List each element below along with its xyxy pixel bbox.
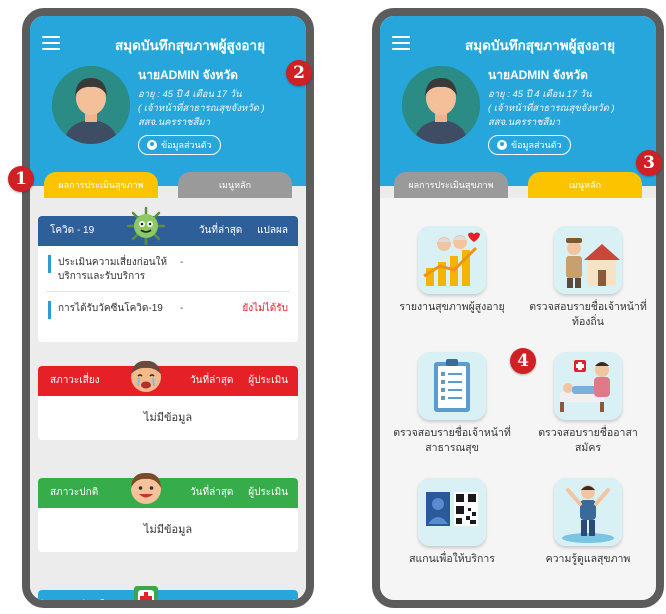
profile-name: นายADMIN จังหวัด: [488, 68, 588, 82]
normal-col-latest: วันที่ล่าสุด: [190, 487, 234, 498]
tab-main-menu[interactable]: เมนูหลัก: [528, 172, 642, 198]
risk-card-title: สภาวะเสี่ยง: [50, 375, 100, 386]
menu-item-local-officer[interactable]: ตรวจสอบรายชื่อเจ้าหน้าที่ท้องถิ่น: [528, 226, 648, 330]
risk-col-assessor: ผู้ประเมิน: [248, 375, 288, 386]
normal-no-data: ไม่มีข้อมูล: [143, 524, 193, 536]
covid-card-title: โควิด - 19: [50, 225, 95, 236]
marker-badge: 4: [510, 348, 536, 374]
risk-no-data: ไม่มีข้อมูล: [143, 412, 193, 424]
app-title: สมุดบันทึกสุขภาพผู้สูงอายุ: [465, 38, 615, 53]
profile-age: อายุ : 45 ปี 4 เดือน 17 วัน: [138, 89, 242, 100]
risk-col-latest: วันที่ล่าสุด: [190, 375, 234, 386]
covid-row-risk-label: ประเมินความเสี่ยงก่อนให้บริการและรับบริก…: [58, 257, 168, 282]
phone-screen-assessment: สมุดบันทึกสุขภาพผู้สูงอายุ นายADMIN จังห…: [22, 8, 314, 608]
tab-bar: ผลการประเมินสุขภาพ เมนูหลัก: [30, 172, 306, 198]
marker-badge: 2: [286, 60, 312, 86]
pending-card: รอการประเมิน: [38, 586, 298, 608]
menu-item-health-knowledge[interactable]: ความรู้ดูแลสุขภาพ: [528, 478, 648, 567]
health-knowledge-icon: [554, 478, 622, 546]
risk-card-header: สภาวะเสี่ยง วันที่ล่าสุด ผู้ประเมิน: [38, 360, 298, 396]
marker-badge: 3: [636, 150, 662, 176]
local-officer-icon: [554, 226, 622, 294]
menu-item-label: ตรวจสอบรายชื่อเจ้าหน้าที่สาธารณสุข: [393, 427, 511, 454]
menu-item-label: สแกนเพื่อให้บริการ: [409, 553, 495, 565]
profile-office: สสจ.นครราชสีมา: [488, 117, 561, 128]
covid-card: โควิด - 19 วันที่ล่าสุด แปลผล ประเมินควา…: [38, 206, 298, 342]
covid-row-vaccine-value: -: [180, 303, 184, 314]
profile-age: อายุ : 45 ปี 4 เดือน 17 วัน: [488, 89, 592, 100]
tab-assessment[interactable]: ผลการประเมินสุขภาพ: [44, 172, 158, 198]
profile-role: ( เจ้าหน้าที่สาธารณสุขจังหวัด ): [138, 103, 265, 114]
profile-name: นายADMIN จังหวัด: [138, 68, 238, 82]
virus-icon: [126, 206, 166, 246]
normal-card-title: สภาวะปกติ: [50, 487, 99, 498]
pending-card-header: รอการประเมิน: [38, 586, 298, 608]
menu-item-label: ความรู้ดูแลสุขภาพ: [545, 553, 631, 565]
medical-book-icon: [134, 586, 158, 600]
app-title: สมุดบันทึกสุขภาพผู้สูงอายุ: [115, 38, 265, 53]
covid-col-result: แปลผล: [257, 225, 288, 236]
elderly-health-report-icon: [418, 226, 486, 294]
tab-assessment[interactable]: ผลการประเมินสุขภาพ: [394, 172, 508, 198]
profile-info: นายADMIN จังหวัด อายุ : 45 ปี 4 เดือน 17…: [488, 66, 615, 155]
personal-info-label: ข้อมูลส่วนตัว: [161, 140, 212, 150]
normal-card: สภาวะปกติ วันที่ล่าสุด ผู้ประเมิน ไม่มีข…: [38, 472, 298, 552]
avatar: [402, 66, 480, 144]
covid-row-vaccine-status: ยังไม่ได้รับ: [242, 303, 288, 314]
person-icon: [147, 140, 157, 150]
hamburger-menu-icon[interactable]: [392, 36, 410, 50]
menu-item-qr-scan[interactable]: สแกนเพื่อให้บริการ: [392, 478, 512, 567]
personal-info-label: ข้อมูลส่วนตัว: [511, 140, 562, 150]
menu-item-volunteer[interactable]: ตรวจสอบรายชื่ออาสาสมัคร: [528, 352, 648, 456]
volunteer-care-icon: [554, 352, 622, 420]
app-header: สมุดบันทึกสุขภาพผู้สูงอายุ นายADMIN จังห…: [380, 16, 656, 186]
normal-col-assessor: ผู้ประเมิน: [248, 487, 288, 498]
covid-row-risk[interactable]: ประเมินความเสี่ยงก่อนให้บริการและรับบริก…: [38, 246, 298, 291]
menu-item-elderly-health-report[interactable]: รายงานสุขภาพผู้สูงอายุ: [392, 226, 512, 315]
personal-info-button[interactable]: ข้อมูลส่วนตัว: [488, 135, 571, 155]
menu-item-label: ตรวจสอบรายชื่ออาสาสมัคร: [538, 427, 638, 454]
checklist-clipboard-icon: [418, 352, 486, 420]
happy-face-icon: [131, 472, 161, 504]
risk-card: สภาวะเสี่ยง วันที่ล่าสุด ผู้ประเมิน ไม่ม…: [38, 360, 298, 440]
profile-info: นายADMIN จังหวัด อายุ : 45 ปี 4 เดือน 17…: [138, 66, 265, 155]
hamburger-menu-icon[interactable]: [42, 36, 60, 50]
app-header: สมุดบันทึกสุขภาพผู้สูงอายุ นายADMIN จังห…: [30, 16, 306, 186]
crying-face-icon: [131, 360, 161, 392]
qr-scan-icon: [418, 478, 486, 546]
phone-screen-main-menu: สมุดบันทึกสุขภาพผู้สูงอายุ นายADMIN จังห…: [372, 8, 664, 608]
tab-bar: ผลการประเมินสุขภาพ เมนูหลัก: [380, 172, 656, 198]
assessment-content: โควิด - 19 วันที่ล่าสุด แปลผล ประเมินควา…: [30, 198, 306, 600]
tab-main-menu[interactable]: เมนูหลัก: [178, 172, 292, 198]
menu-item-label: รายงานสุขภาพผู้สูงอายุ: [399, 301, 505, 313]
profile-role: ( เจ้าหน้าที่สาธารณสุขจังหวัด ): [488, 103, 615, 114]
main-menu-content: รายงานสุขภาพผู้สูงอายุ ตรวจสอบรายชื่อเจ้…: [380, 198, 656, 600]
covid-col-latest: วันที่ล่าสุด: [198, 225, 243, 236]
normal-card-header: สภาวะปกติ วันที่ล่าสุด ผู้ประเมิน: [38, 472, 298, 508]
covid-card-header: โควิด - 19 วันที่ล่าสุด แปลผล: [38, 206, 298, 246]
menu-item-health-officer[interactable]: ตรวจสอบรายชื่อเจ้าหน้าที่สาธารณสุข: [392, 352, 512, 456]
pending-card-title: รอการประเมิน: [50, 599, 113, 608]
covid-row-vaccine-label: การได้รับวัคซีนโควิด-19: [58, 303, 163, 314]
menu-item-label: ตรวจสอบรายชื่อเจ้าหน้าที่ท้องถิ่น: [529, 301, 647, 328]
marker-badge: 1: [8, 166, 34, 192]
profile-office: สสจ.นครราชสีมา: [138, 117, 211, 128]
personal-info-button[interactable]: ข้อมูลส่วนตัว: [138, 135, 221, 155]
covid-row-vaccine[interactable]: การได้รับวัคซีนโควิด-19 - ยังไม่ได้รับ: [38, 292, 298, 323]
person-icon: [497, 140, 507, 150]
covid-row-risk-value: -: [180, 257, 184, 268]
avatar: [52, 66, 130, 144]
